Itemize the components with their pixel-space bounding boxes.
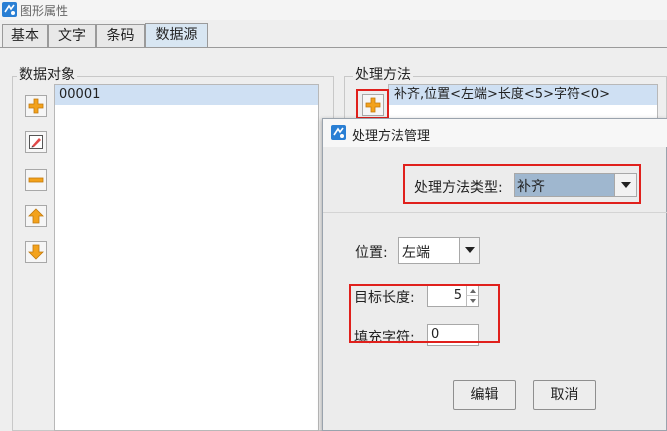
window-title: 图形属性 — [20, 4, 69, 18]
tab-barcode[interactable]: 条码 — [96, 24, 145, 48]
remove-icon — [28, 177, 44, 183]
move-down-button[interactable] — [25, 241, 47, 263]
cancel-button[interactable]: 取消 — [533, 380, 596, 410]
remove-object-button[interactable] — [25, 169, 47, 191]
tab-divider — [0, 47, 667, 48]
list-item[interactable]: 补齐,位置<左端>长度<5>字符<0> — [389, 85, 657, 105]
position-select[interactable]: 左端 — [398, 237, 480, 264]
tab-text[interactable]: 文字 — [48, 24, 96, 48]
tab-basic[interactable]: 基本 — [2, 24, 48, 48]
dialog-title: 处理方法管理 — [352, 129, 431, 144]
data-object-list[interactable]: 00001 — [54, 84, 319, 431]
add-object-button[interactable] — [25, 95, 47, 117]
methods-label: 处理方法 — [353, 64, 413, 84]
edit-icon — [29, 135, 43, 149]
tab-datasource[interactable]: 数据源 — [145, 23, 208, 48]
app-logo-icon — [331, 125, 346, 140]
highlight-method-type — [403, 164, 641, 204]
position-label: 位置: — [355, 245, 388, 261]
dialog-titlebar: 处理方法管理 — [323, 119, 667, 147]
dialog-separator — [323, 212, 667, 213]
arrow-down-icon — [28, 244, 44, 260]
list-item[interactable]: 00001 — [55, 85, 318, 105]
chevron-down-icon[interactable] — [459, 238, 479, 263]
highlight-length-fill — [349, 284, 500, 343]
method-manager-dialog: 处理方法管理 处理方法类型: 补齐 位置: 左端 目标长度: 5 填充字符: 0… — [322, 118, 667, 431]
edit-object-button[interactable] — [25, 131, 47, 153]
app-logo-icon — [2, 2, 17, 17]
data-object-label: 数据对象 — [17, 64, 77, 84]
window-titlebar: 图形属性 — [0, 0, 667, 20]
move-up-button[interactable] — [25, 205, 47, 227]
position-value: 左端 — [402, 245, 430, 261]
edit-button[interactable]: 编辑 — [453, 380, 516, 410]
highlight-add-method — [356, 89, 389, 119]
add-icon — [28, 98, 44, 114]
arrow-up-icon — [28, 208, 44, 224]
